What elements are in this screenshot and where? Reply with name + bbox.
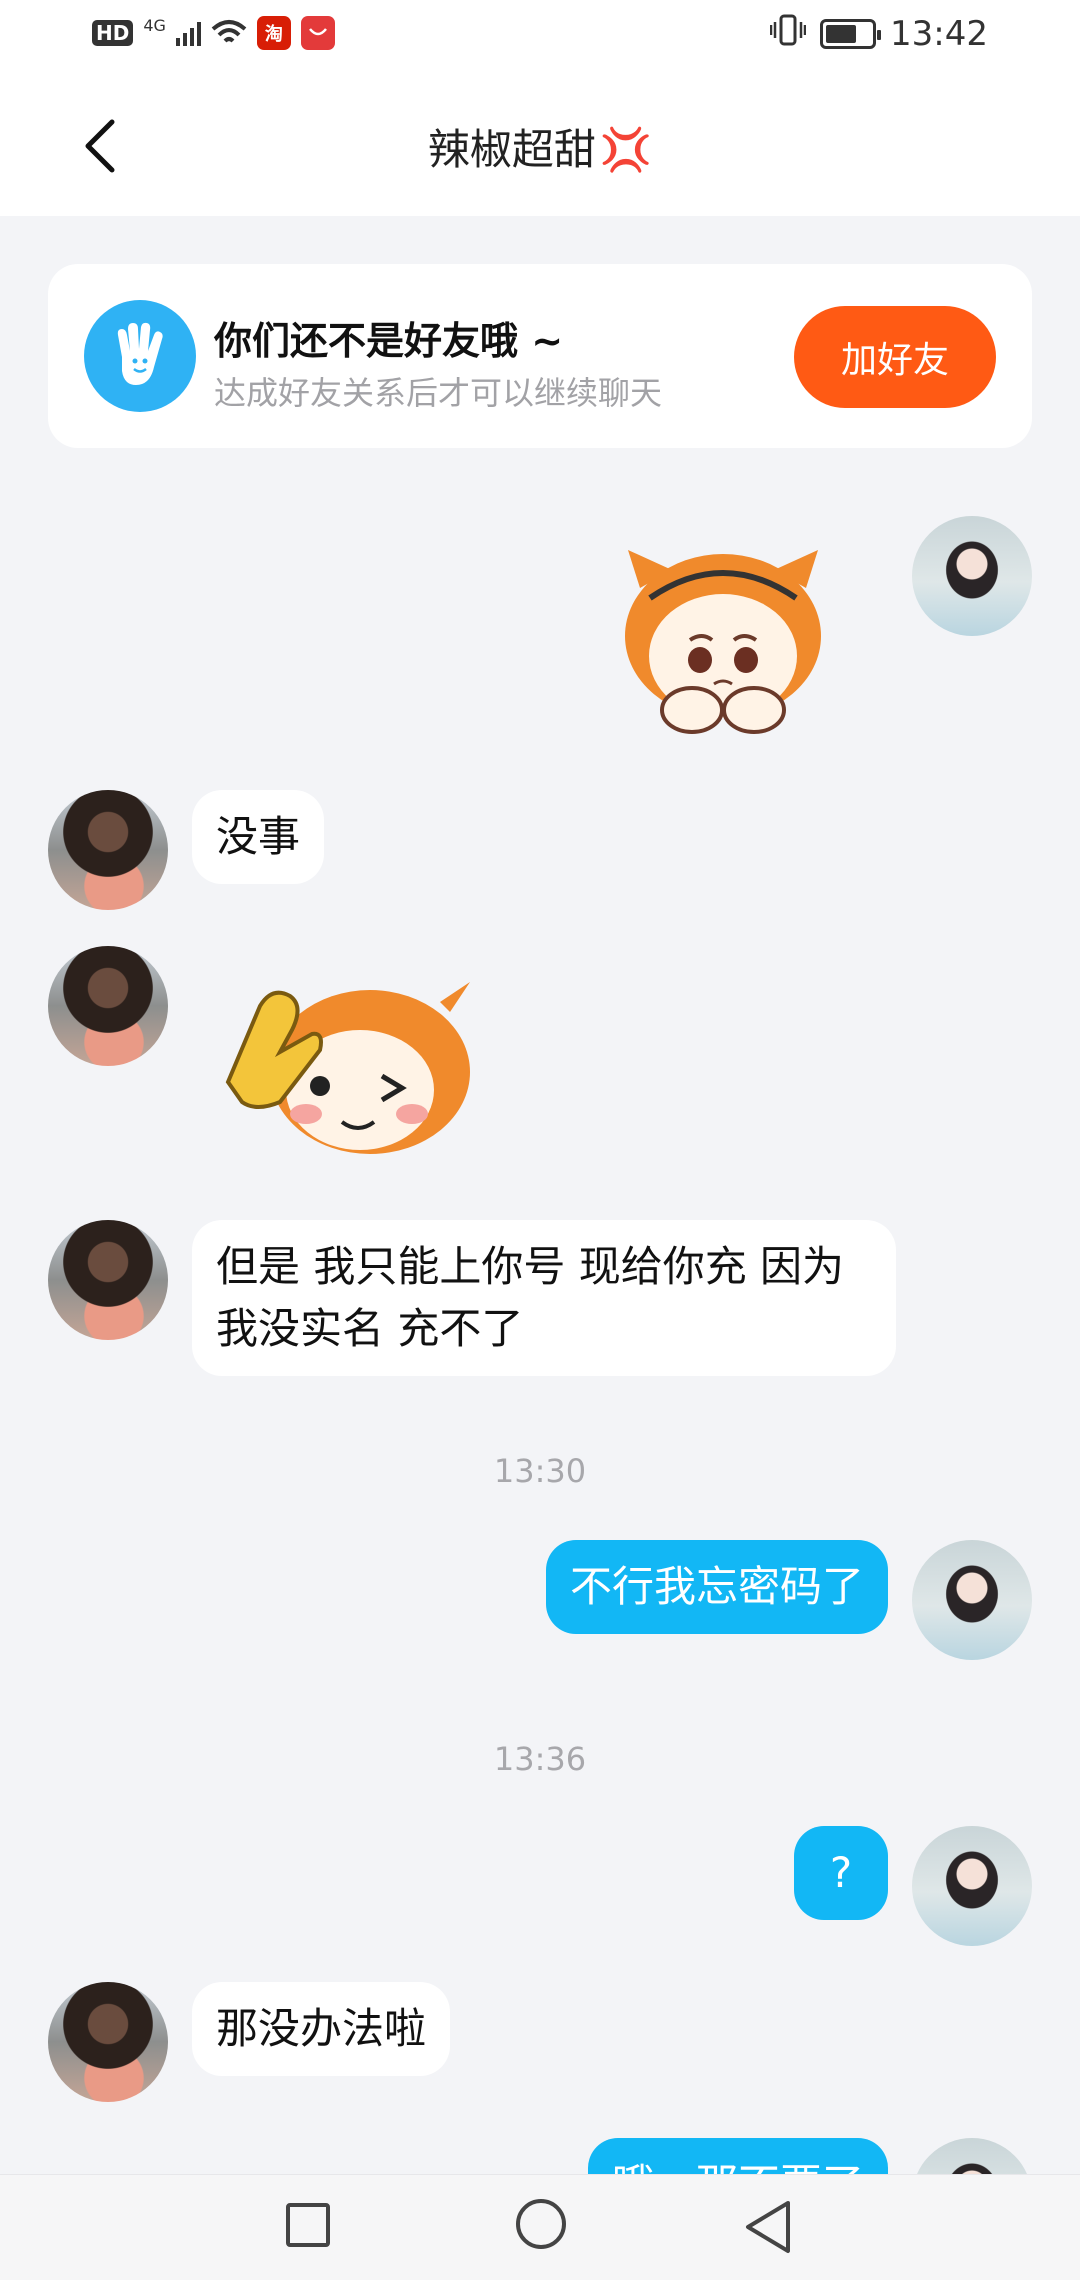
contact-name: 辣椒超甜 xyxy=(427,125,596,174)
status-icons-right: 13:42 xyxy=(769,14,988,54)
message-bubble[interactable]: 不行我忘密码了 xyxy=(545,1540,888,1634)
back-triangle-icon[interactable] xyxy=(740,2197,796,2257)
message-bubble[interactable]: 那没办法啦 xyxy=(192,1982,451,2076)
sad-orange-character-sticker[interactable] xyxy=(600,528,846,738)
status-bar: HD 4G 淘 13:42 xyxy=(0,0,1080,76)
system-navigation-bar xyxy=(0,2174,1080,2280)
contact-avatar[interactable] xyxy=(48,1220,168,1340)
message-bubble[interactable]: 没事 xyxy=(192,790,325,884)
my-avatar[interactable] xyxy=(912,1540,1032,1660)
not-friends-card: 你们还不是好友哦 ~ 达成好友关系后才可以继续聊天 加好友 xyxy=(48,264,1032,448)
contact-avatar[interactable] xyxy=(48,946,168,1066)
timestamp: 13:30 xyxy=(493,1452,587,1490)
taobao-app-icon: 淘 xyxy=(256,16,291,50)
message-bubble[interactable]: 但是 我只能上你号 现给你充 因为我没实名 充不了 xyxy=(192,1220,896,1376)
vibrate-icon xyxy=(769,14,807,54)
recent-apps-button[interactable] xyxy=(286,2203,330,2247)
wifi-icon xyxy=(211,20,247,43)
battery-icon xyxy=(820,19,882,49)
chat-title: 辣椒超甜💢 xyxy=(0,116,1080,177)
signal-icon xyxy=(175,20,201,46)
message-bubble[interactable]: ? xyxy=(794,1826,888,1920)
anger-emoji: 💢 xyxy=(599,125,653,174)
network-type: 4G xyxy=(143,15,166,35)
huawei-app-icon xyxy=(300,16,335,50)
wave-hand-icon xyxy=(84,300,196,412)
home-button[interactable] xyxy=(516,2199,566,2249)
chat-header: 辣椒超甜💢 xyxy=(0,76,1080,216)
timestamp: 13:36 xyxy=(493,1740,587,1778)
clock: 13:42 xyxy=(890,14,988,54)
contact-avatar[interactable] xyxy=(48,790,168,910)
my-avatar[interactable] xyxy=(912,516,1032,636)
add-friend-button[interactable]: 加好友 xyxy=(794,306,996,408)
contact-avatar[interactable] xyxy=(48,1982,168,2102)
friend-card-title: 你们还不是好友哦 ~ xyxy=(214,319,564,363)
friend-card-subtitle: 达成好友关系后才可以继续聊天 xyxy=(214,374,663,412)
status-icons-left: HD 4G 淘 xyxy=(92,16,335,50)
winking-orange-character-sticker[interactable] xyxy=(220,962,484,1162)
hd-indicator: HD xyxy=(92,20,134,46)
my-avatar[interactable] xyxy=(912,1826,1032,1946)
